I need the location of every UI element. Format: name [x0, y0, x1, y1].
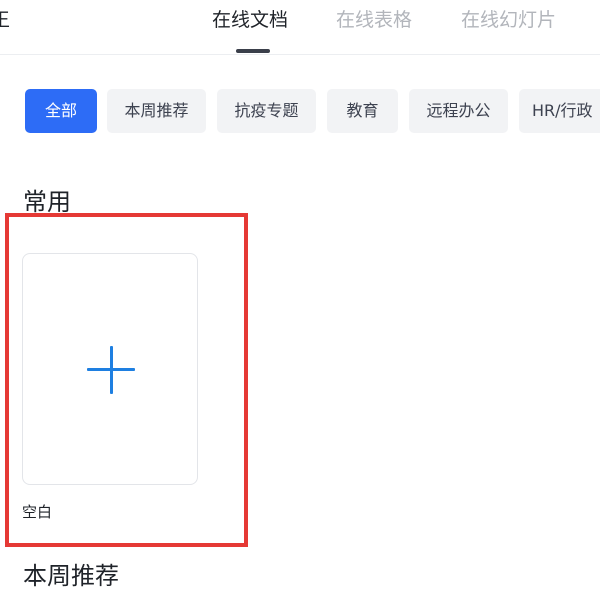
active-tab-indicator	[236, 49, 270, 53]
doc-type-tabs: 王 在线文档 在线表格 在线幻灯片	[0, 0, 600, 55]
tab-online-sheet[interactable]: 在线表格	[336, 9, 412, 31]
section-title-common: 常用	[23, 188, 71, 216]
category-filter-bar: 全部 本周推荐 抗疫专题 教育 远程办公 HR/行政	[0, 89, 600, 133]
tab-online-slides[interactable]: 在线幻灯片	[461, 9, 556, 31]
category-chip-hr-admin[interactable]: HR/行政	[519, 89, 600, 133]
category-chip-all[interactable]: 全部	[25, 89, 97, 133]
tab-online-doc[interactable]: 在线文档	[212, 9, 288, 31]
section-title-weekly: 本周推荐	[23, 562, 119, 590]
category-chip-education[interactable]: 教育	[327, 89, 398, 133]
blank-template-label: 空白	[22, 503, 53, 521]
category-chip-weekly[interactable]: 本周推荐	[107, 89, 206, 133]
category-chip-epidemic[interactable]: 抗疫专题	[217, 89, 316, 133]
category-chip-remote-work[interactable]: 远程办公	[409, 89, 508, 133]
truncated-header-text: 王	[0, 9, 11, 31]
blank-template-card[interactable]	[22, 253, 198, 485]
